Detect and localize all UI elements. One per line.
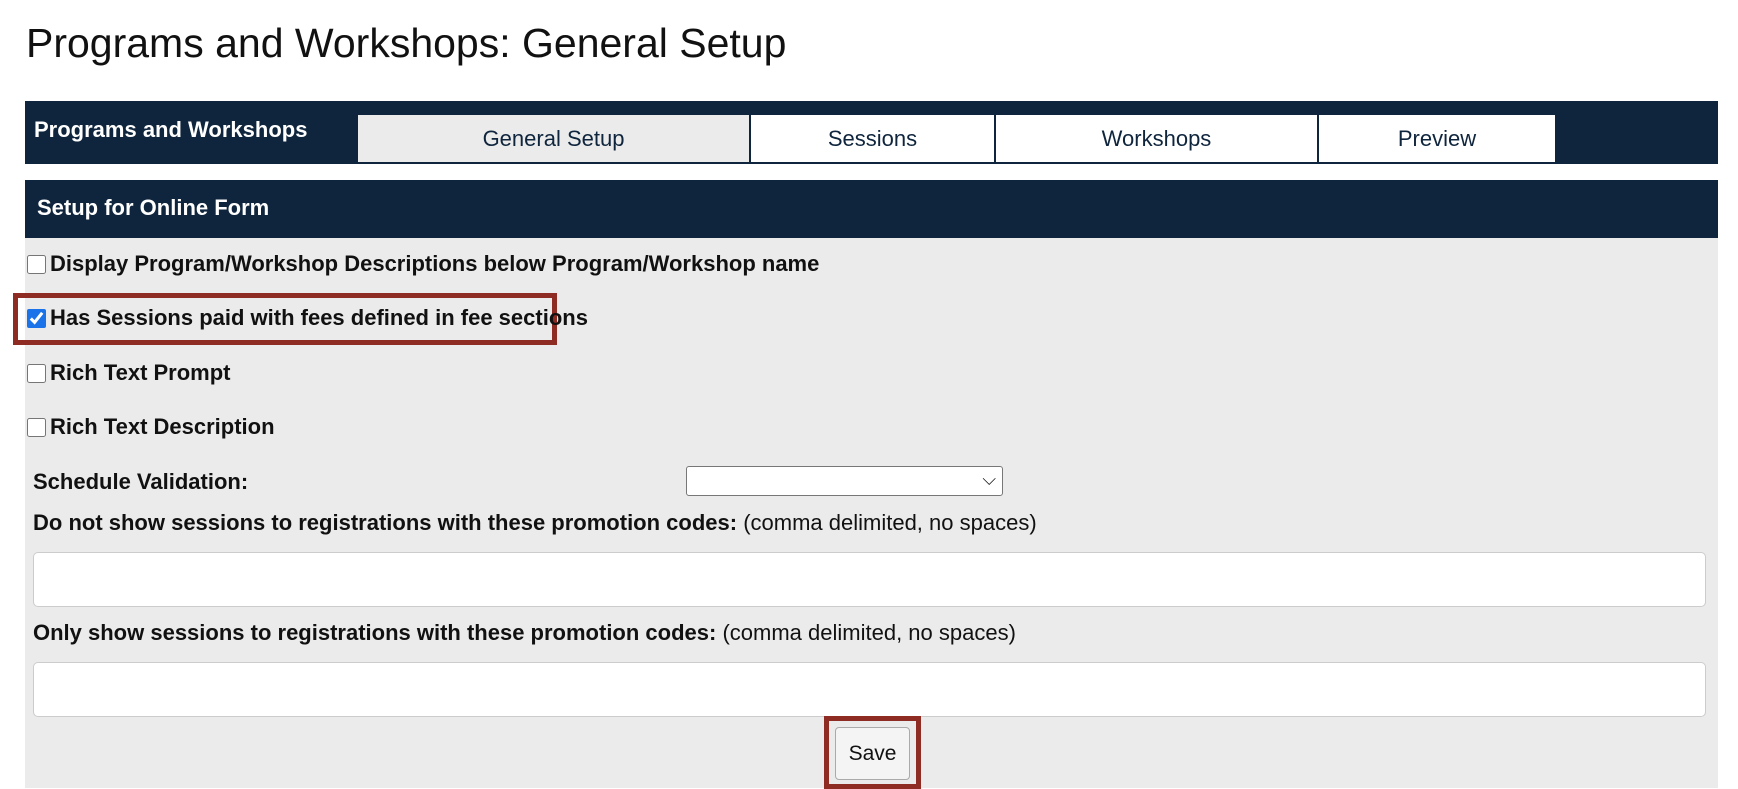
exclude-codes-hint: (comma delimited, no spaces) (743, 510, 1037, 535)
page-title: Programs and Workshops: General Setup (26, 20, 787, 66)
include-codes-input[interactable] (33, 662, 1706, 717)
rich-text-description-checkbox[interactable] (27, 417, 46, 437)
online-form-panel: Setup for Online Form Display Program/Wo… (13, 180, 1718, 789)
schedule-validation-label: Schedule Validation: (33, 469, 249, 494)
rich-text-description-label: Rich Text Description (50, 414, 275, 439)
tabs-section-label: Programs and Workshops (34, 117, 308, 142)
rich-text-prompt-label: Rich Text Prompt (50, 360, 231, 385)
checkbox-row-display-descriptions[interactable]: Display Program/Workshop Descriptions be… (25, 251, 819, 277)
display-descriptions-label: Display Program/Workshop Descriptions be… (50, 251, 820, 276)
exclude-codes-label: Do not show sessions to registrations wi… (33, 510, 1037, 535)
tab-workshops[interactable]: Workshops (995, 114, 1318, 162)
checkbox-row-sessions-fees[interactable]: Has Sessions paid with fees defined in f… (25, 305, 588, 331)
tab-general-setup[interactable]: General Setup (357, 114, 750, 162)
tabs-bar: Programs and Workshops General Setup Ses… (25, 101, 1718, 164)
save-button[interactable]: Save (835, 727, 910, 780)
schedule-validation-select[interactable]: ⌵ (686, 466, 1003, 496)
checkbox-row-rich-text-prompt[interactable]: Rich Text Prompt (25, 360, 231, 386)
tab-sessions[interactable]: Sessions (750, 114, 995, 162)
checkbox-row-rich-text-description[interactable]: Rich Text Description (25, 414, 275, 440)
rich-text-prompt-checkbox[interactable] (27, 363, 46, 383)
include-codes-label: Only show sessions to registrations with… (33, 620, 1016, 645)
sessions-fees-label: Has Sessions paid with fees defined in f… (50, 305, 588, 330)
tab-preview[interactable]: Preview (1318, 114, 1556, 162)
exclude-codes-input[interactable] (33, 552, 1706, 607)
include-codes-hint: (comma delimited, no spaces) (722, 620, 1016, 645)
display-descriptions-checkbox[interactable] (27, 254, 46, 274)
panel-header: Setup for Online Form (25, 180, 1718, 238)
chevron-down-icon: ⌵ (982, 469, 996, 489)
sessions-fees-checkbox[interactable] (27, 308, 46, 328)
panel-header-title: Setup for Online Form (37, 195, 270, 220)
